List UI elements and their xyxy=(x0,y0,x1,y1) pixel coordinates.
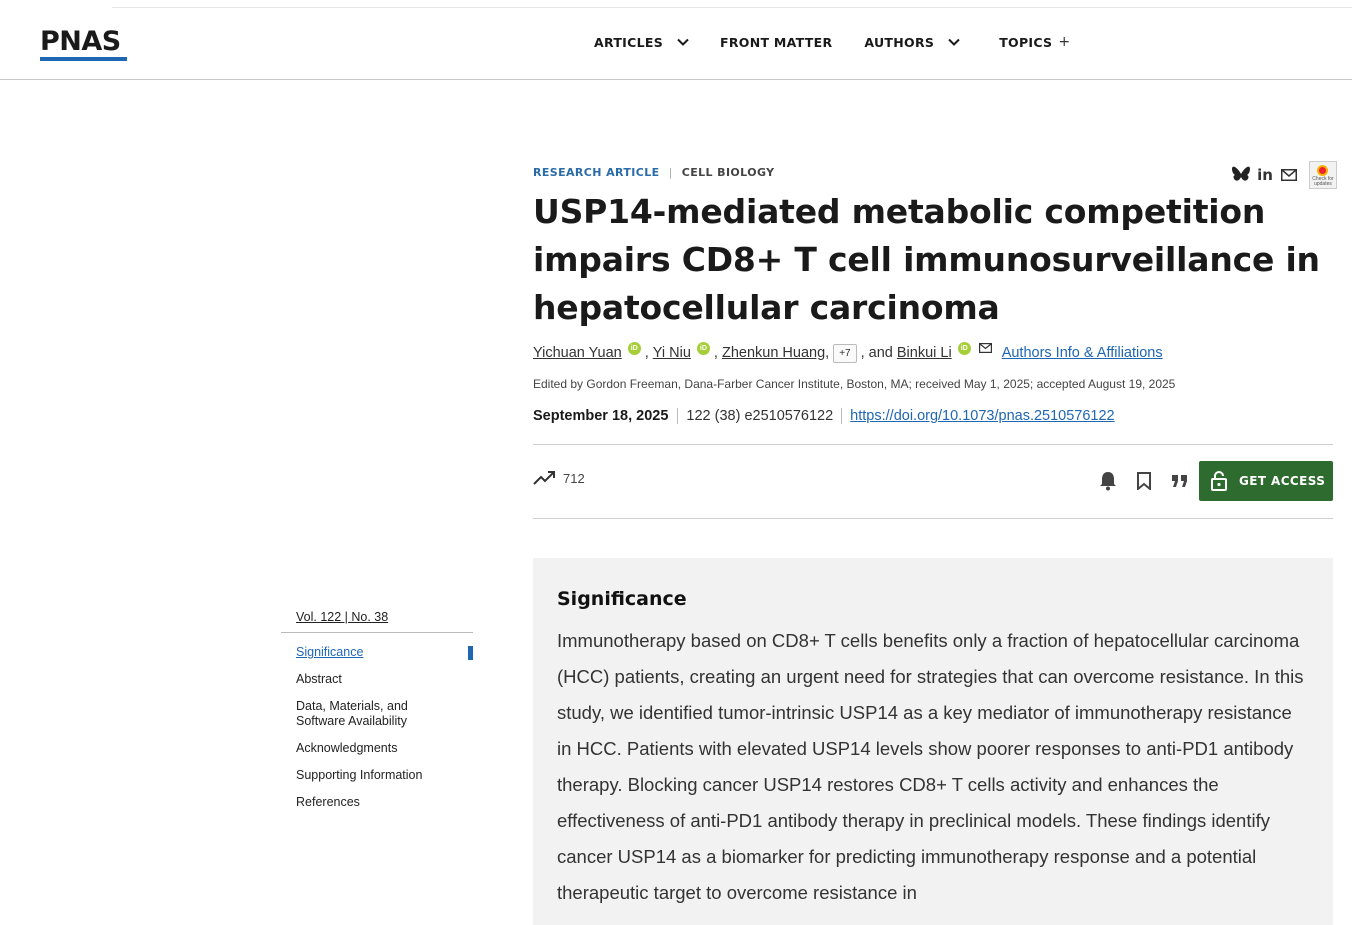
nav-articles[interactable]: ARTICLES xyxy=(594,35,690,50)
article-section-link[interactable]: CELL BIOLOGY xyxy=(682,166,775,179)
nav-articles-label: ARTICLES xyxy=(594,34,663,50)
volume-info: 122 (38) e2510576122 xyxy=(677,408,841,424)
crossmark-logo xyxy=(1317,165,1328,176)
author-and-text: , and xyxy=(860,345,893,361)
chevron-down-icon xyxy=(677,38,689,46)
toc-item-label: Data, Materials, and Software Availabili… xyxy=(296,699,408,728)
table-of-contents: Vol. 122 | No. 38 Significance Abstract … xyxy=(281,610,473,822)
author-list: Yichuan Yuan iD, Yi Niu iD, Zhenkun Huan… xyxy=(533,341,1163,364)
lock-icon xyxy=(1211,471,1227,491)
publication-info: September 18, 2025 122 (38) e2510576122 … xyxy=(533,404,1115,428)
share-bar: in Check for updates xyxy=(1231,161,1337,189)
main-nav: ARTICLES FRONT MATTER AUTHORS TOPICS + xyxy=(594,34,1070,50)
logo-underline xyxy=(40,57,127,61)
orcid-icon[interactable]: iD xyxy=(627,341,641,355)
bell-icon[interactable] xyxy=(1096,469,1120,493)
crossmark-label: Check for updates xyxy=(1312,176,1334,187)
toolbar-actions xyxy=(1096,469,1204,493)
toc-item-label: Acknowledgments xyxy=(296,741,398,755)
doi-link[interactable]: https://doi.org/10.1073/pnas.2510576122 xyxy=(841,408,1115,424)
article-title: USP14-mediated metabolic competition imp… xyxy=(533,192,1320,327)
breadcrumb-separator: | xyxy=(668,166,673,179)
nav-topics[interactable]: TOPICS + xyxy=(999,34,1070,50)
author-separator: , xyxy=(713,345,718,361)
nav-authors-label: AUTHORS xyxy=(864,34,935,50)
metrics-link[interactable]: 712 xyxy=(533,470,585,486)
plus-icon: + xyxy=(1058,34,1071,50)
more-authors-button[interactable]: +7 xyxy=(833,343,857,363)
author-link[interactable]: Zhenkun Huang xyxy=(722,345,825,361)
toc-list: Significance Abstract Data, Materials, a… xyxy=(281,645,473,810)
significance-heading: Significance xyxy=(557,588,687,610)
author-link[interactable]: Yichuan Yuan xyxy=(533,345,622,361)
corresponding-email-icon[interactable] xyxy=(978,341,992,357)
get-access-label: GET ACCESS xyxy=(1239,474,1326,488)
linkedin-icon[interactable]: in xyxy=(1255,165,1275,185)
bluesky-icon[interactable] xyxy=(1231,165,1251,185)
chevron-down-icon xyxy=(948,38,960,46)
toc-item-acknowledgments[interactable]: Acknowledgments xyxy=(281,741,473,756)
orcid-icon[interactable]: iD xyxy=(957,341,971,355)
affiliations-link[interactable]: Authors Info & Affiliations xyxy=(1002,345,1163,361)
article-breadcrumb: RESEARCH ARTICLE | CELL BIOLOGY xyxy=(533,166,775,179)
significance-text: Immunotherapy based on CD8+ T cells bene… xyxy=(557,630,1304,903)
author-separator: , xyxy=(825,345,830,361)
toc-item-label: Significance xyxy=(296,645,364,659)
edited-line: Edited by Gordon Freeman, Dana-Farber Ca… xyxy=(533,377,1176,391)
article-toolbar: 712 GET ACCESS xyxy=(533,444,1333,519)
publication-date: September 18, 2025 xyxy=(533,408,669,424)
crossmark-icon[interactable]: Check for updates xyxy=(1309,161,1337,189)
toc-item-abstract[interactable]: Abstract xyxy=(281,672,473,687)
nav-authors[interactable]: AUTHORS xyxy=(864,35,961,50)
issue-link[interactable]: Vol. 122 | No. 38 xyxy=(281,610,473,633)
linkedin-label: in xyxy=(1257,166,1273,184)
article-type-link[interactable]: RESEARCH ARTICLE xyxy=(533,166,660,179)
toc-item-label: Supporting Information xyxy=(296,768,423,782)
toc-item-label: References xyxy=(296,795,360,809)
nav-front-matter-label: FRONT MATTER xyxy=(720,34,833,50)
nav-topics-label: TOPICS xyxy=(999,34,1053,50)
nav-front-matter[interactable]: FRONT MATTER xyxy=(720,35,832,50)
trending-up-icon xyxy=(533,471,555,485)
toc-item-data-availability[interactable]: Data, Materials, and Software Availabili… xyxy=(281,699,473,729)
site-header: PNAS ARTICLES FRONT MATTER AUTHORS TOPIC… xyxy=(0,8,1352,80)
get-access-button[interactable]: GET ACCESS xyxy=(1199,461,1333,501)
author-link[interactable]: Binkui Li xyxy=(897,345,952,361)
logo-text: PNAS xyxy=(40,26,121,57)
toc-item-significance[interactable]: Significance xyxy=(281,645,473,660)
email-icon[interactable] xyxy=(1279,165,1299,185)
metric-count: 712 xyxy=(563,470,585,486)
author-separator: , xyxy=(644,345,649,361)
orcid-icon[interactable]: iD xyxy=(696,341,710,355)
pnas-logo[interactable]: PNAS xyxy=(40,28,128,61)
bookmark-icon[interactable] xyxy=(1132,469,1156,493)
cite-quote-icon[interactable] xyxy=(1168,469,1192,493)
significance-panel: Significance Immunotherapy based on CD8+… xyxy=(533,558,1333,925)
author-link[interactable]: Yi Niu xyxy=(653,345,691,361)
toc-item-references[interactable]: References xyxy=(281,795,473,810)
toc-item-label: Abstract xyxy=(296,672,342,686)
toc-item-supporting-information[interactable]: Supporting Information xyxy=(281,768,473,783)
